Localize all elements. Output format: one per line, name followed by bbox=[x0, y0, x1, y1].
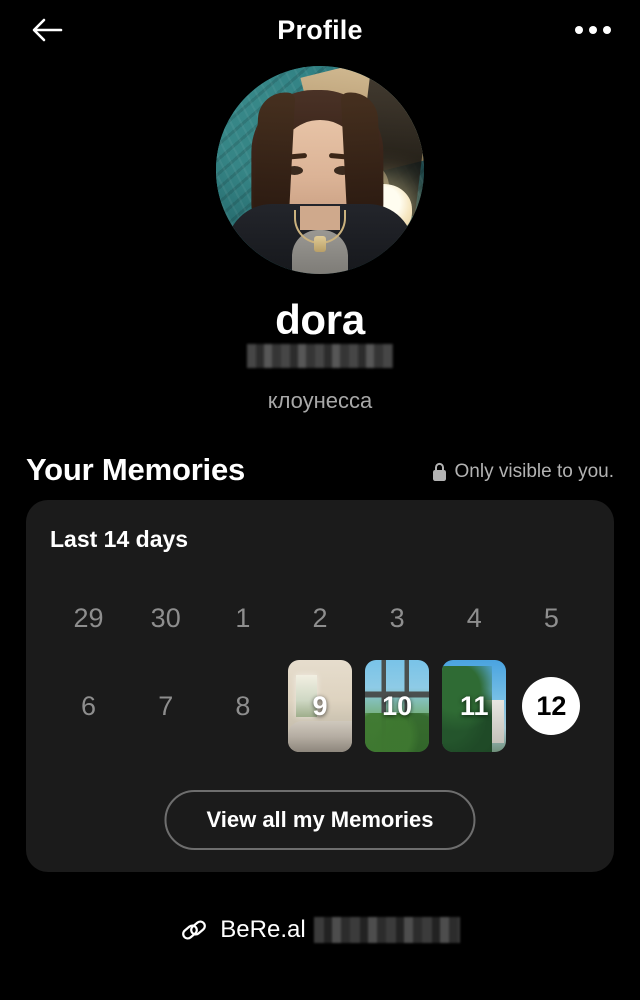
memories-header: Your Memories Only visible to you. bbox=[26, 452, 614, 488]
memory-day-label: 6 bbox=[81, 690, 97, 721]
memory-day-cell[interactable]: 5 bbox=[520, 587, 582, 649]
memory-day-label: 9 bbox=[312, 690, 328, 721]
memory-day-cell[interactable]: 4 bbox=[443, 587, 505, 649]
app-header: Profile bbox=[0, 0, 640, 60]
memories-section-title: Your Memories bbox=[26, 452, 246, 487]
memory-day-cell[interactable]: 29 bbox=[58, 587, 120, 649]
profile-bio: клоунесса bbox=[267, 388, 373, 413]
memory-day-label: 10 bbox=[382, 690, 413, 721]
lock-icon bbox=[432, 462, 446, 481]
visibility-note: Only visible to you. bbox=[431, 461, 614, 488]
memories-card-title: Last 14 days bbox=[50, 526, 189, 552]
memory-day-cell[interactable]: 30 bbox=[135, 587, 197, 649]
avatar bbox=[216, 66, 424, 274]
memory-day-cell[interactable]: 2 bbox=[289, 587, 351, 649]
memory-day-cell[interactable]: 3 bbox=[366, 587, 428, 649]
arrow-left-icon bbox=[32, 18, 63, 42]
memory-day-label: 1 bbox=[235, 602, 251, 633]
visibility-text: Only visible to you. bbox=[454, 461, 614, 482]
memory-day-label: 5 bbox=[543, 602, 559, 633]
memory-day-label: 3 bbox=[389, 602, 405, 633]
more-horizontal-icon bbox=[589, 26, 597, 34]
memory-day-cell[interactable]: 6 bbox=[58, 675, 120, 737]
profile-link[interactable]: BeRe.al bbox=[0, 916, 640, 944]
memory-day-label: 11 bbox=[459, 690, 489, 721]
memory-day-label: 2 bbox=[312, 602, 328, 633]
profile-link-redacted bbox=[313, 917, 460, 943]
username-redacted bbox=[247, 344, 393, 368]
memory-day-label: 8 bbox=[235, 690, 251, 721]
more-horizontal-icon bbox=[603, 26, 611, 34]
memories-card: Last 14 days 29 30 1 2 3 4 5 6 7 8 9 10 11 12 View al… bbox=[26, 500, 614, 872]
avatar-container[interactable] bbox=[216, 66, 424, 274]
memory-day-label: 7 bbox=[158, 690, 174, 721]
memory-day-cell[interactable]: 9 bbox=[287, 660, 352, 752]
profile-link-text: BeRe.al bbox=[220, 916, 306, 943]
avatar-pendant bbox=[314, 236, 326, 252]
memory-day-cell[interactable]: 7 bbox=[135, 675, 197, 737]
page-title: Profile bbox=[277, 14, 363, 45]
memories-day-grid: 29 30 1 2 3 4 5 6 7 8 9 10 11 12 bbox=[50, 587, 590, 752]
memory-day-cell[interactable]: 1 bbox=[212, 587, 274, 649]
memory-day-cell[interactable]: 12 bbox=[520, 675, 582, 737]
memory-day-cell[interactable]: 10 bbox=[365, 660, 430, 752]
profile-screen: Profile dora клоунесса Your Memories Onl… bbox=[0, 0, 640, 1000]
back-button[interactable] bbox=[24, 7, 70, 53]
display-name: dora bbox=[275, 296, 365, 343]
view-all-memories-button[interactable]: View all my Memories bbox=[164, 790, 476, 850]
memory-day-label: 30 bbox=[150, 602, 181, 633]
more-horizontal-icon bbox=[575, 26, 583, 34]
memory-day-cell[interactable]: 11 bbox=[442, 660, 507, 752]
memory-day-label: 12 bbox=[536, 690, 567, 721]
overflow-menu-button[interactable] bbox=[570, 7, 616, 53]
memory-day-label: 29 bbox=[73, 602, 104, 633]
memory-day-label: 4 bbox=[466, 602, 482, 633]
memory-day-cell[interactable]: 8 bbox=[212, 675, 274, 737]
link-icon bbox=[182, 920, 207, 940]
